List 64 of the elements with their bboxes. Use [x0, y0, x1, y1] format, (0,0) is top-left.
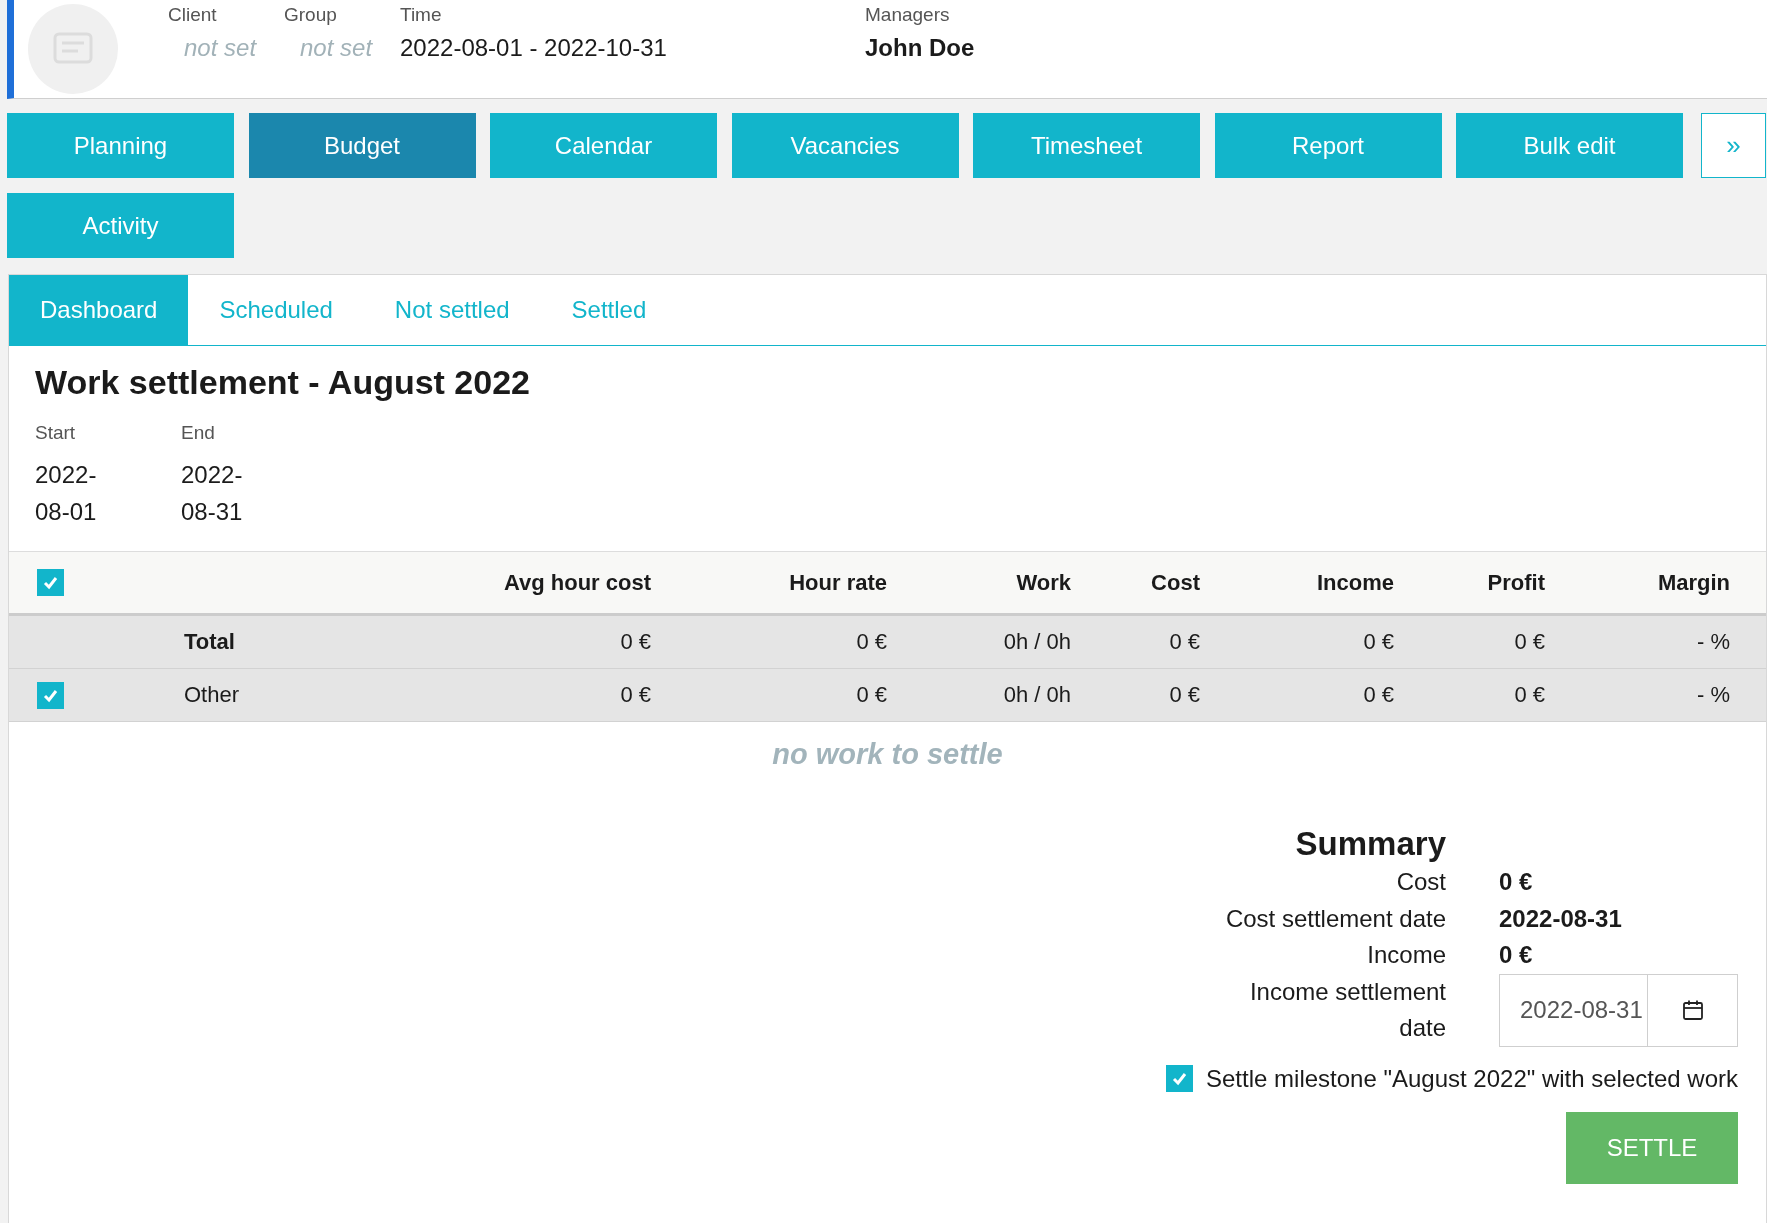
column-header: Margin — [1657, 569, 1730, 595]
table-cell: - % — [1697, 629, 1730, 654]
summary-value: 0 € — [1499, 868, 1533, 895]
summary-label: Cost settlement date — [1225, 904, 1446, 932]
field-value: 2022-08-01 - 2022-10-31 — [400, 34, 667, 62]
table-cell: 0 € — [856, 629, 887, 654]
page-title: Work settlement - August 2022 — [35, 362, 530, 402]
table-cell: 0 € — [1514, 682, 1545, 707]
date-label: End — [181, 421, 215, 445]
table-cell: 0h / 0h — [1003, 682, 1071, 707]
field-value: not set — [183, 34, 257, 62]
column-header: Work — [1016, 569, 1071, 595]
date-field[interactable]: 2022-08-31 — [1499, 973, 1647, 1047]
nav-button[interactable]: Planning — [7, 113, 234, 178]
nav-button[interactable]: Activity — [7, 193, 234, 258]
field-label: Client — [168, 4, 217, 26]
column-header: Avg hour cost — [503, 569, 651, 595]
summary-value: 2022-08-31 — [1499, 904, 1622, 932]
table-cell: 0 € — [1363, 682, 1394, 707]
empty-message: no work to settle — [772, 738, 1003, 770]
checkbox[interactable] — [37, 569, 64, 596]
table-cell: 0 € — [1514, 629, 1545, 654]
table-cell: 0 € — [620, 682, 651, 707]
field-value: not set — [299, 34, 373, 62]
field-label: Time — [400, 4, 442, 26]
table-cell: 0 € — [1363, 629, 1394, 654]
nav-button[interactable]: Timesheet — [973, 113, 1200, 178]
summary-value: 0 € — [1499, 941, 1533, 968]
table-cell: 0 € — [856, 682, 887, 707]
field-label: Group — [284, 4, 337, 26]
column-header: Profit — [1487, 569, 1545, 595]
more-button[interactable]: » — [1701, 113, 1766, 178]
column-header: Cost — [1151, 569, 1200, 595]
table-cell: 0 € — [1169, 682, 1200, 707]
document-icon — [28, 4, 118, 94]
date-label: Start — [35, 421, 76, 445]
nav-button[interactable]: Report — [1214, 113, 1442, 178]
column-header: Hour rate — [789, 569, 887, 595]
tab[interactable]: Dashboard — [9, 275, 189, 345]
table-cell: 0h / 0h — [1003, 629, 1071, 654]
table-cell: 0 € — [1169, 629, 1200, 654]
date-value: 2022-08-01 — [35, 460, 98, 527]
nav-button[interactable]: Bulk edit — [1456, 113, 1683, 178]
checkbox[interactable] — [1166, 1065, 1193, 1092]
summary-label: Income settlement date — [1249, 977, 1446, 1041]
nav-button[interactable]: Calendar — [490, 113, 717, 178]
nav-button[interactable]: Budget — [248, 113, 476, 178]
checkbox[interactable] — [37, 681, 64, 709]
summary-label: Income — [1367, 941, 1446, 968]
table-cell: 0 € — [620, 629, 651, 654]
manager-name: John Doe — [865, 34, 975, 62]
nav-button[interactable]: Vacancies — [731, 113, 959, 178]
checkbox-label: Settle milestone "August 2022" with selected work — [1206, 1063, 1738, 1094]
summary-label: Cost — [1396, 868, 1446, 895]
calendar-icon — [1681, 999, 1704, 1021]
date-value: 2022-08-31 — [181, 460, 244, 527]
table-cell: Total — [184, 629, 235, 654]
column-header: Income — [1316, 569, 1394, 595]
table-cell: - % — [1697, 682, 1730, 707]
field-label: Managers — [865, 4, 950, 26]
summary-title: Summary — [1295, 825, 1446, 862]
table-cell: Other — [184, 682, 240, 707]
settle-button[interactable]: SETTLE — [1566, 1111, 1738, 1184]
calendar-button[interactable] — [1647, 973, 1738, 1047]
